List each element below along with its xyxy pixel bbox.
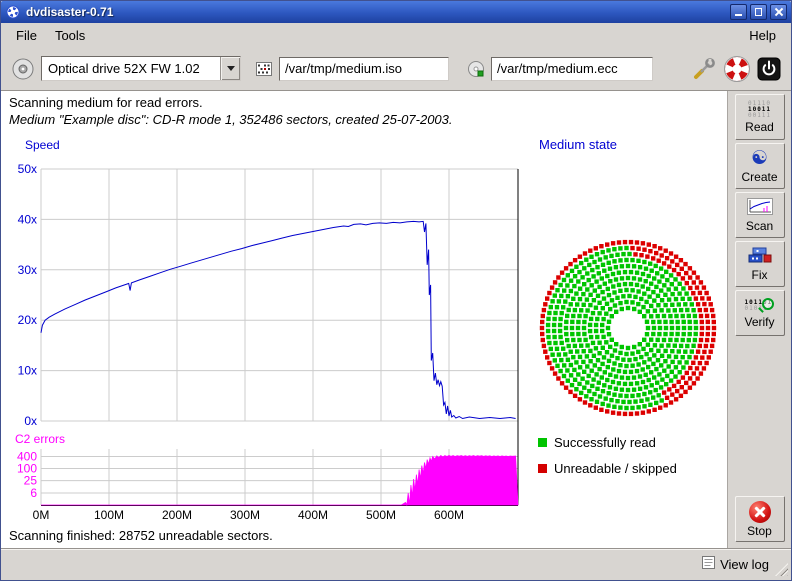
scan-button-label: Scan [746,219,773,233]
svg-text:Speed: Speed [25,138,60,152]
titlebar: dvdisaster-0.71 [1,1,791,23]
footer-bar: View log [1,548,791,579]
verify-button-label: Verify [744,315,774,329]
legend-row-read: Successfully read [538,435,677,450]
stop-icon [749,501,771,523]
medium-state-label: Medium state [539,137,617,152]
svg-text:20x: 20x [18,313,37,327]
window-controls [730,4,787,20]
create-button[interactable]: ☯ Create [735,143,785,189]
svg-text:C2 errors: C2 errors [15,432,65,446]
stop-button[interactable]: Stop [735,496,785,542]
drive-selector-arrow[interactable] [220,57,240,80]
app-icon [5,4,21,20]
maximize-icon [755,8,762,16]
svg-text:100M: 100M [94,508,124,522]
chevron-down-icon [227,66,235,71]
scan-chart-icon [747,198,773,218]
resize-grip[interactable] [775,563,788,576]
scan-panel: Scanning medium for read errors. Medium … [1,91,727,548]
menu-tools[interactable]: Tools [46,25,94,46]
verify-button[interactable]: 101101 010110 Verify [735,290,785,336]
iso-image-icon [255,60,273,78]
drive-selector-value: Optical drive 52X FW 1.02 [42,57,220,80]
svg-text:6: 6 [30,486,37,500]
yin-yang-icon: ☯ [751,149,768,169]
legend-label-read: Successfully read [554,435,656,450]
svg-text:50x: 50x [18,162,37,176]
menu-file[interactable]: File [7,25,46,46]
svg-text:300M: 300M [230,508,260,522]
drive-selector[interactable]: Optical drive 52X FW 1.02 [41,56,241,81]
dvdisaster-logo-icon[interactable] [723,55,751,83]
window-title: dvdisaster-0.71 [26,5,730,19]
svg-text:0x: 0x [24,414,37,428]
scan-result-text: Scanning finished: 28752 unreadable sect… [9,528,273,543]
medium-state-legend: Successfully read Unreadable / skipped [538,435,677,487]
svg-text:200M: 200M [162,508,192,522]
stop-button-label: Stop [747,524,772,538]
verify-magnifier-icon: 101101 010110 [745,298,775,314]
svg-text:400M: 400M [298,508,328,522]
legend-label-unreadable: Unreadable / skipped [554,461,677,476]
app-window: dvdisaster-0.71 File Tools Help Optical … [0,0,792,581]
view-log-label: View log [720,557,769,572]
preferences-wrench-icon[interactable] [691,56,717,82]
read-button-label: Read [745,120,774,134]
medium-state-disc [533,233,723,423]
svg-text:100: 100 [17,462,37,476]
svg-text:10x: 10x [18,364,37,378]
svg-text:40x: 40x [18,212,37,226]
minimize-button[interactable] [730,4,747,20]
svg-text:400: 400 [17,450,37,464]
log-window-icon [702,556,715,572]
svg-text:600M: 600M [434,508,464,522]
quit-power-icon[interactable] [757,57,781,81]
action-sidebar: 01110 10011 00111 Read ☯ Create [727,91,791,548]
fix-button[interactable]: Fix [735,241,785,287]
create-button-label: Create [741,170,777,184]
medium-info-text: Medium "Example disc": CD-R mode 1, 3524… [9,112,453,127]
svg-text:0M: 0M [33,508,50,522]
fix-button-label: Fix [752,268,768,282]
legend-row-unreadable: Unreadable / skipped [538,461,677,476]
binary-read-icon: 01110 10011 00111 [748,101,771,119]
iso-file-input[interactable] [279,57,449,81]
fix-blocks-icon [747,246,773,267]
ecc-file-input[interactable] [491,57,653,81]
maximize-button[interactable] [750,4,767,20]
minimize-icon [735,14,742,16]
close-button[interactable] [770,4,787,20]
read-button[interactable]: 01110 10011 00111 Read [735,94,785,140]
toolbar: Optical drive 52X FW 1.02 [1,47,791,91]
speed-c2-chart: 0x 10x 20x 30x 40x 50x 625100400 0M 100M 200M 300M… [1,135,525,527]
ecc-file-icon [467,60,485,78]
scan-status-text: Scanning medium for read errors. [9,95,203,110]
menubar: File Tools Help [1,23,791,47]
svg-text:25: 25 [24,474,38,488]
scan-button[interactable]: Scan [735,192,785,238]
legend-swatch-unreadable [538,464,547,473]
svg-text:500M: 500M [366,508,396,522]
view-log-button[interactable]: View log [702,556,769,572]
legend-swatch-read [538,438,547,447]
main-area: Scanning medium for read errors. Medium … [1,91,791,548]
drive-icon [11,57,35,81]
svg-text:30x: 30x [18,263,37,277]
menu-help[interactable]: Help [740,25,785,46]
